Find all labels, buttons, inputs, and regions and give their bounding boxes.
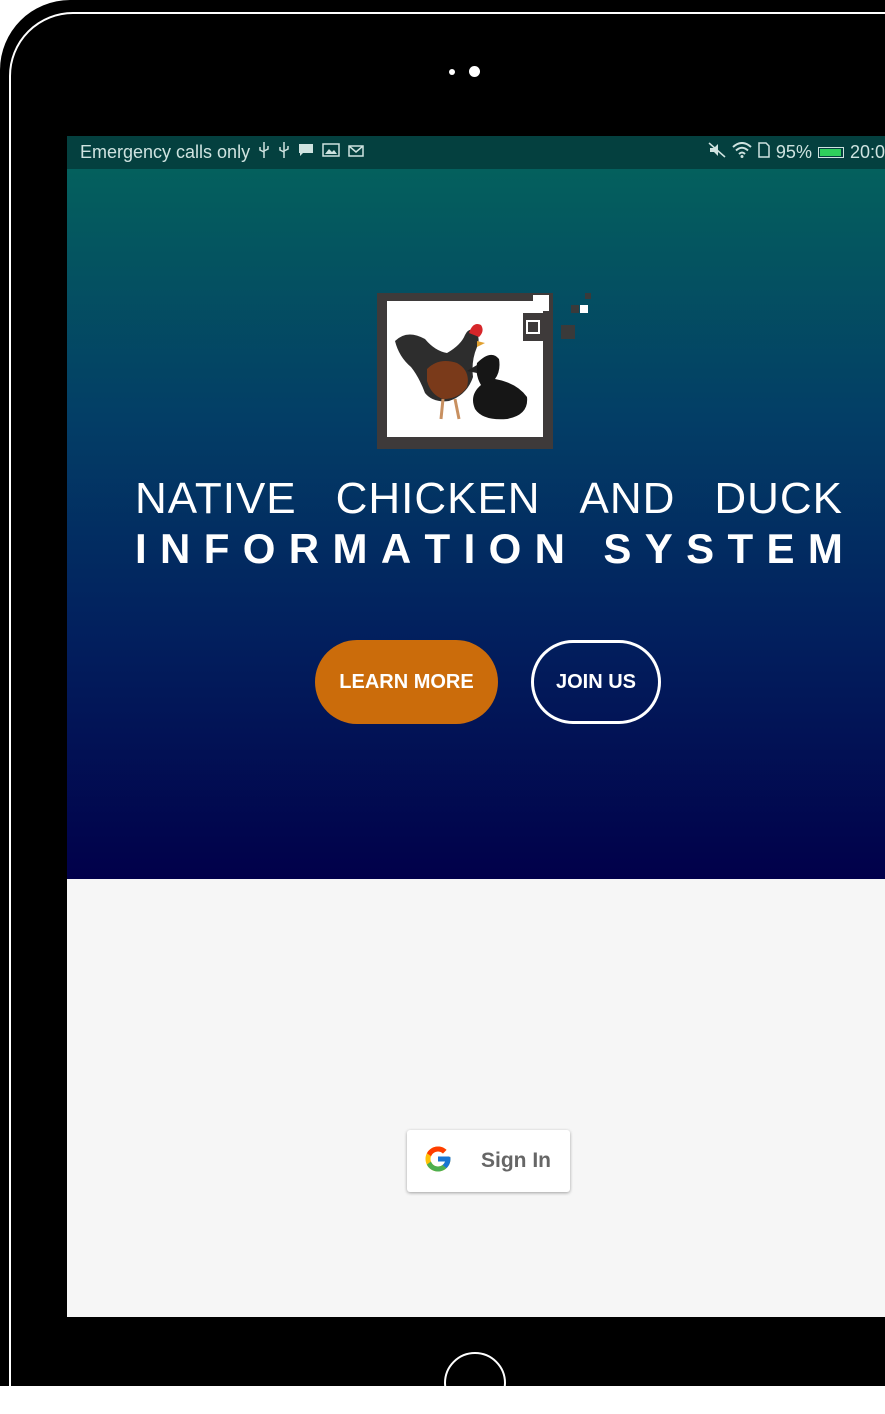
- title-letter: [578, 525, 590, 573]
- usb-icon: [258, 142, 270, 163]
- learn-more-button[interactable]: LEARN MORE: [315, 640, 498, 724]
- title-letter: S: [686, 525, 715, 572]
- title-word: CHICKEN: [335, 474, 541, 523]
- sim-icon: [758, 142, 770, 163]
- tablet-frame: Emergency calls only 95% 20:0 NATIVE CHI…: [0, 0, 885, 1414]
- title-letter: T: [424, 525, 451, 572]
- title-word: NATIVE: [135, 474, 297, 523]
- title-letter: F: [203, 525, 230, 572]
- usb-icon: [278, 142, 290, 163]
- battery-percent: 95%: [775, 142, 812, 162]
- title-letter: A: [380, 525, 412, 572]
- title-letter: N: [160, 525, 191, 572]
- app-title-line2: INFORMATION SYSTEM: [135, 525, 843, 573]
- title-letter: S: [603, 525, 632, 572]
- status-left: Emergency calls only: [80, 142, 364, 163]
- google-sign-in-button[interactable]: Sign In: [407, 1130, 570, 1192]
- title-letter: M: [807, 525, 843, 572]
- status-bar: Emergency calls only 95% 20:0: [67, 136, 885, 169]
- title-word: DUCK: [714, 474, 843, 523]
- title-letter: I: [463, 525, 476, 572]
- battery-icon: [817, 147, 844, 158]
- title-letter: T: [727, 525, 754, 572]
- app-title-line1: NATIVE CHICKEN AND DUCK: [135, 474, 843, 524]
- title-word: AND: [579, 474, 676, 523]
- title-letter: N: [534, 525, 565, 572]
- carrier-text: Emergency calls only: [80, 142, 251, 162]
- google-icon: [423, 1144, 453, 1179]
- title-letter: I: [135, 525, 147, 572]
- clock: 20:0: [849, 142, 885, 162]
- camera-dot: [469, 66, 480, 77]
- mute-icon: [708, 142, 726, 163]
- gmail-icon: [348, 144, 364, 162]
- title-letter: O: [242, 525, 276, 572]
- sign-in-label: Sign In: [481, 1149, 551, 1172]
- sensor-dot: [449, 69, 455, 75]
- title-letter: R: [288, 525, 320, 572]
- title-letter: O: [488, 525, 522, 572]
- title-letter: M: [332, 525, 368, 572]
- title-letter: Y: [644, 525, 673, 572]
- wifi-icon: [732, 142, 752, 163]
- title-letter: E: [766, 525, 795, 572]
- gallery-icon: [322, 143, 340, 162]
- status-right: 95% 20:0: [708, 142, 885, 163]
- join-us-button[interactable]: JOIN US: [531, 640, 661, 724]
- message-icon: [298, 143, 314, 162]
- home-button[interactable]: [444, 1352, 506, 1414]
- app-screen: Emergency calls only 95% 20:0 NATIVE CHI…: [67, 136, 885, 1317]
- app-logo: [377, 291, 591, 451]
- hero-section: NATIVE CHICKEN AND DUCK INFORMATION SYSTEM …: [67, 169, 885, 879]
- battery-fill: [819, 149, 841, 156]
